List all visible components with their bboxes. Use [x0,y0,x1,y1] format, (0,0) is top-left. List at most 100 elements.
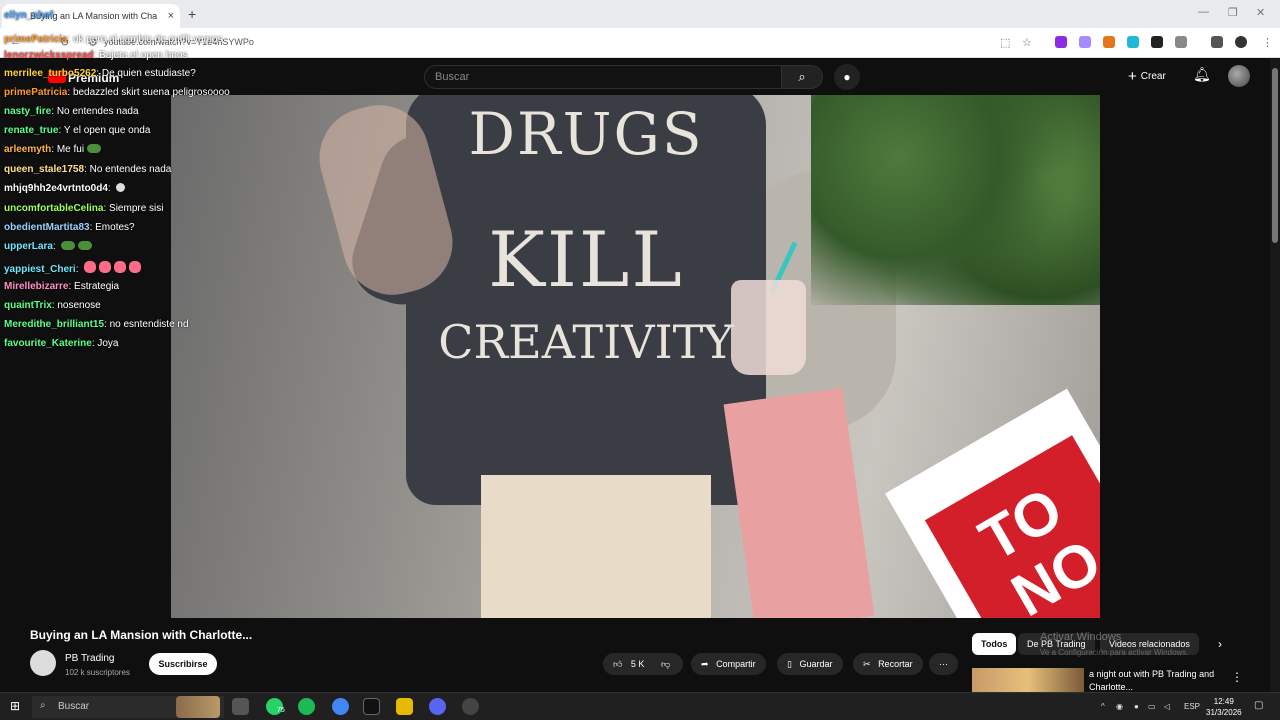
bookmark-star-icon[interactable]: ☆ [1022,36,1032,49]
tray-app-icon[interactable]: ◉ [1116,702,1123,711]
share-button[interactable]: ➦ Compartir [691,653,766,675]
microphone-tray-icon[interactable]: ● [1134,702,1139,711]
chat-username[interactable]: arleemyth [4,144,51,155]
system-clock[interactable]: 12:49 31/3/2026 [1206,696,1242,718]
windows-start-icon[interactable]: ⊞ [10,699,20,713]
chat-username[interactable]: uncomfortableCelina [4,203,103,214]
chat-text: Joya [97,338,119,349]
reading-list-icon[interactable] [1211,36,1223,48]
windows-activation-subtitle: Ve a Configuración para activar Windows. [1040,648,1189,657]
tray-chevron-icon[interactable]: ^ [1101,702,1105,711]
thumbs-up-icon[interactable]: 👍︎ [613,659,622,669]
language-indicator[interactable]: ESP [1184,702,1200,711]
chat-username[interactable]: primePatricia [4,34,67,45]
chat-username[interactable]: renate_true [4,125,58,136]
related-video-thumbnail[interactable] [972,668,1084,692]
video-info-bar: Buying an LA Mansion with Charlotte... P… [0,618,1270,692]
chat-username[interactable]: nasty_fire [4,106,51,117]
clip-label: Recortar [878,659,913,669]
chat-username[interactable]: merrilee_turbo5262 [4,68,96,79]
search-input[interactable]: Buscar [424,65,782,89]
file-explorer-icon[interactable] [396,698,413,715]
chat-username[interactable]: primePatricia [4,87,67,98]
chat-text: Siempre sisi [109,203,164,214]
share-icon: ➦ [701,659,709,669]
plus-icon: + [1128,68,1137,85]
chat-emote [78,241,93,250]
task-view-icon[interactable] [232,698,249,715]
share-label: Compartir [716,659,756,669]
voice-search-button[interactable]: ● [834,64,860,90]
notifications-icon[interactable]: ▢ [1254,700,1263,711]
video-player[interactable]: DRUGS KILL CREATIVITY TO NO [171,95,1100,618]
scrollbar-thumb[interactable] [1272,68,1278,243]
window-close-icon[interactable]: ✕ [1256,6,1265,19]
chat-text: Emotes? [95,222,135,233]
chat-username[interactable]: favourite_Katerine [4,338,92,349]
like-count[interactable]: 5 K [631,659,645,669]
chat-message: Mirellebizarre: Estrategia [4,281,119,292]
windows-taskbar: ⊞ ⌕ Buscar 75 ^ ◉ ● ▭ ◁ ESP 12:49 31/3/2… [0,692,1280,720]
chat-username[interactable]: obedientMartita83 [4,222,90,233]
chat-message: uncomfortableCelina: Siempre sisi [4,203,164,214]
more-actions-button[interactable]: ··· [929,653,958,675]
chat-username[interactable]: Meredithe_brilliant15 [4,319,104,330]
chip-all[interactable]: Todos [972,633,1017,655]
chat-username[interactable]: upperLara [4,241,53,252]
search-highlight-image[interactable] [176,696,220,718]
chat-username[interactable]: lenorzwicksspread [4,50,93,61]
discord-icon[interactable] [429,698,446,715]
browser-tab-bar: Buying an LA Mansion with Cha × + — ❐ ✕ [0,0,1280,28]
extension-icon[interactable] [1127,36,1139,48]
extensions-puzzle-icon[interactable] [1175,36,1187,48]
chat-emote [61,241,76,250]
channel-name[interactable]: PB Trading [65,653,114,664]
notifications-bell-icon[interactable]: 🔔︎ [1193,66,1211,83]
extension-icon[interactable] [1079,36,1091,48]
volume-icon[interactable]: ◁ [1164,702,1170,711]
related-menu-icon[interactable]: ⋮ [1231,670,1243,684]
chevron-right-icon[interactable]: › [1218,637,1222,651]
screen: Buying an LA Mansion with Cha × + — ❐ ✕ … [0,0,1280,720]
chat-username[interactable]: quaintTrix [4,300,52,311]
channel-avatar[interactable] [30,650,56,676]
new-tab-button[interactable]: + [188,6,196,22]
clip-button[interactable]: ✂ Recortar [853,653,923,675]
chat-message: arleemyth: Me fui [4,144,102,155]
install-app-icon[interactable]: ⬚ [1000,36,1010,49]
page-scrollbar[interactable] [1270,58,1280,692]
tradingview-icon[interactable] [363,698,380,715]
metamask-icon[interactable] [1103,36,1115,48]
account-avatar[interactable] [1228,65,1250,87]
minimize-icon[interactable]: — [1198,6,1209,18]
network-icon[interactable]: ▭ [1148,702,1156,711]
chat-emote [114,261,127,273]
subscribe-button[interactable]: Suscribirse [149,653,217,675]
clock-date: 31/3/2026 [1206,708,1242,717]
chat-username[interactable]: ellyn_chef [4,10,53,21]
chat-username[interactable]: yappiest_Cheri [4,264,76,275]
create-button[interactable]: + Crear [1128,68,1166,85]
chat-message: mhjq9hh2e4vrtnto0d4: [4,183,126,194]
chat-text: nosenose [57,300,101,311]
tab-close-icon[interactable]: × [168,10,174,22]
chat-message: obedientMartita83: Emotes? [4,222,135,233]
profile-icon[interactable] [1235,36,1247,48]
spotify-icon[interactable] [298,698,315,715]
chat-username[interactable]: mhjq9hh2e4vrtnto0d4 [4,183,108,194]
chat-username[interactable]: Mirellebizarre [4,281,68,292]
clock-time: 12:49 [1213,697,1234,706]
extension-icon[interactable] [1151,36,1163,48]
save-button[interactable]: ▯ Guardar [777,653,843,675]
related-video-title[interactable]: a night out with PB Trading and Charlott… [1089,668,1229,694]
thumbs-down-icon[interactable]: 👎︎ [661,659,670,669]
browser-menu-icon[interactable]: ⋮ [1262,36,1273,49]
app-icon[interactable] [462,698,479,715]
chat-message: yappiest_Cheri: [4,261,142,275]
maximize-icon[interactable]: ❐ [1228,6,1238,19]
chat-username[interactable]: queen_stale1758 [4,164,84,175]
search-button[interactable]: ⌕ [781,65,823,89]
chrome-icon[interactable] [332,698,349,715]
chat-text: No entendes nada [89,164,172,175]
extension-icon[interactable] [1055,36,1067,48]
